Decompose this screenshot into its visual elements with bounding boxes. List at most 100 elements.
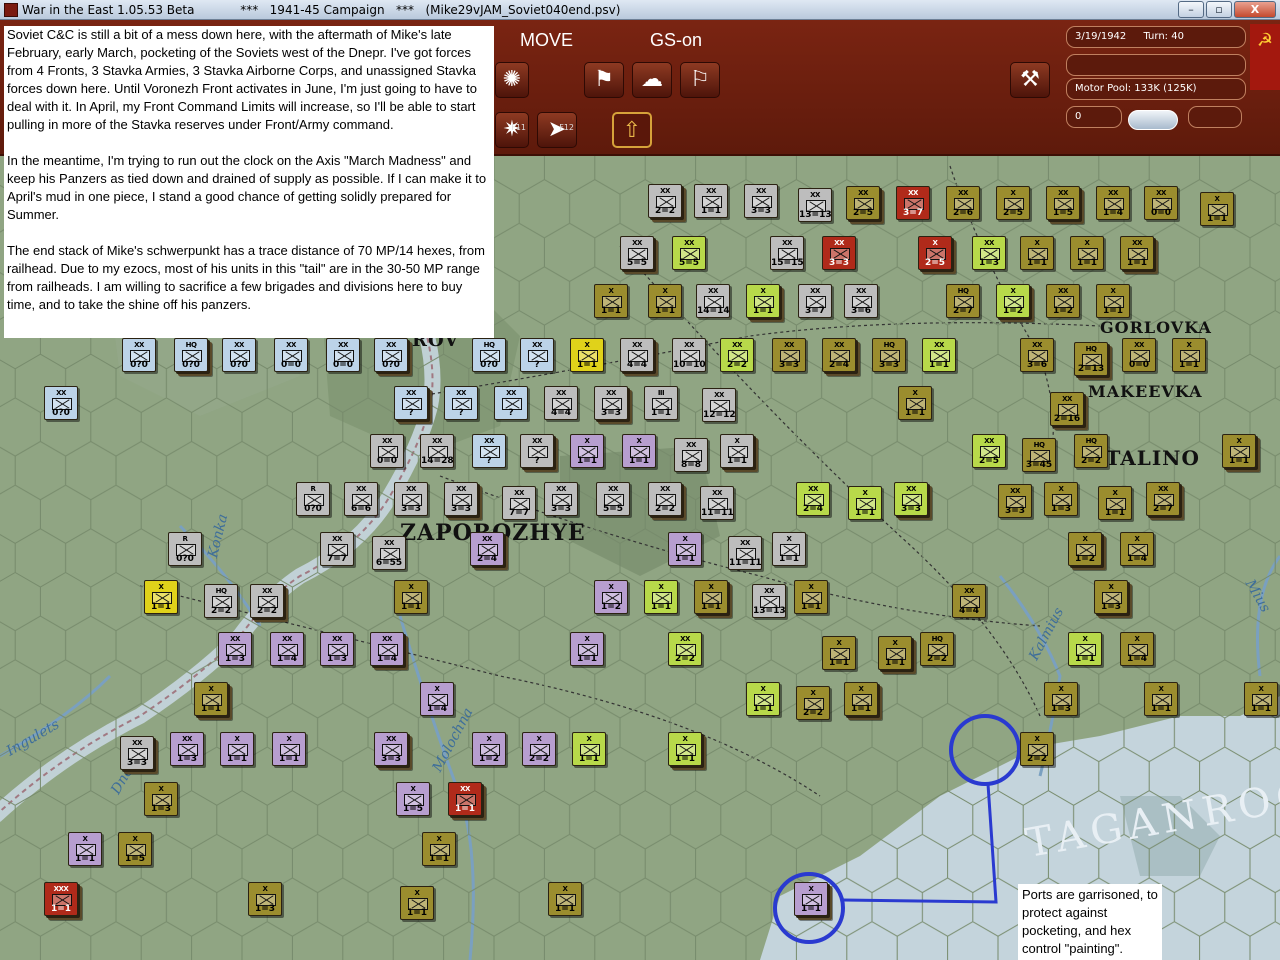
unit-counter[interactable]: XX 3=3	[394, 482, 428, 516]
unit-counter[interactable]: X 1=1	[746, 284, 780, 318]
unit-counter[interactable]: X 1=1	[394, 580, 428, 614]
unit-counter[interactable]: X 1=4	[420, 682, 454, 716]
unit-counter[interactable]: X 1=1	[1244, 682, 1278, 716]
unit-counter[interactable]: X 1=1	[1222, 434, 1256, 468]
unit-counter[interactable]: X 1=1	[194, 682, 228, 716]
unit-counter[interactable]: X 1=5	[396, 782, 430, 816]
unit-counter[interactable]: XX 2=4	[470, 532, 504, 566]
unit-counter[interactable]: XX 5=5	[672, 236, 706, 270]
gs-toggle-label[interactable]: GS-on	[650, 30, 702, 51]
unit-counter[interactable]: XX 13=13	[752, 584, 786, 618]
unit-counter[interactable]: XX 0=0	[274, 338, 308, 372]
unit-counter[interactable]: XX 2=5	[972, 434, 1006, 468]
unit-counter[interactable]: X 1=1	[594, 284, 628, 318]
unit-counter[interactable]: X 1=1	[694, 580, 728, 614]
unit-counter[interactable]: X 1=1	[570, 434, 604, 468]
unit-counter[interactable]: XX 0=0	[370, 434, 404, 468]
unit-counter[interactable]: X 1=1	[668, 532, 702, 566]
unit-counter[interactable]: X 1=1	[220, 732, 254, 766]
unit-counter[interactable]: XX 3=7	[798, 284, 832, 318]
unit-counter[interactable]: HQ 0?0	[174, 338, 208, 372]
unit-counter[interactable]: X 1=1	[622, 434, 656, 468]
unit-counter[interactable]: XX 2=2	[648, 482, 682, 516]
unit-counter[interactable]: XX?	[520, 338, 554, 372]
unit-counter[interactable]: X 2=2	[522, 732, 556, 766]
unit-counter[interactable]: XX?	[472, 434, 506, 468]
unit-counter[interactable]: X 1=1	[572, 732, 606, 766]
flag-icon[interactable]: ⚐	[680, 62, 720, 98]
unit-counter[interactable]: X 1=1	[648, 284, 682, 318]
maximize-button[interactable]: ▫	[1206, 1, 1232, 18]
unit-counter[interactable]: R 0?0	[296, 482, 330, 516]
unit-counter[interactable]: XX 2=6	[946, 186, 980, 220]
unit-counter[interactable]: XX 1=4	[1096, 186, 1130, 220]
unit-counter[interactable]: X 1=1	[570, 632, 604, 666]
unit-counter[interactable]: X 1=1	[746, 682, 780, 716]
unit-counter[interactable]: X 1=3	[1044, 482, 1078, 516]
unit-counter[interactable]: XX 2=2	[720, 338, 754, 372]
unit-counter[interactable]: XX 7=7	[502, 486, 536, 520]
unit-counter[interactable]: HQ 3=45	[1022, 438, 1056, 472]
unit-counter[interactable]: X 1=3	[1094, 580, 1128, 614]
unit-counter[interactable]: XX 15=15	[770, 236, 804, 270]
unit-counter[interactable]: XX 0?0	[374, 338, 408, 372]
close-button[interactable]: X	[1234, 1, 1276, 18]
unit-counter[interactable]: X 1=1	[668, 732, 702, 766]
unit-counter[interactable]: X 1=1	[1144, 682, 1178, 716]
unit-counter[interactable]: XX 8=8	[674, 438, 708, 472]
unit-counter[interactable]: XX 3=3	[594, 386, 628, 420]
unit-counter[interactable]: X 1=1	[848, 486, 882, 520]
unit-counter[interactable]: XX 6=55	[372, 536, 406, 570]
unit-counter[interactable]: XXX 1=1	[44, 882, 78, 916]
soviet-flag-icon[interactable]: ☭	[1250, 24, 1280, 90]
unit-counter[interactable]: XX 3=3	[544, 482, 578, 516]
unit-counter[interactable]: XX 1=1	[448, 782, 482, 816]
mode-label[interactable]: MOVE	[520, 30, 573, 51]
unit-counter[interactable]: XX 3=3	[998, 484, 1032, 518]
unit-counter[interactable]: XX 2=2	[250, 584, 284, 618]
unit-counter[interactable]: HQ 2=2	[204, 584, 238, 618]
unit-counter[interactable]: XX 1=3	[972, 236, 1006, 270]
airstrike-icon[interactable]: ✷ F11	[495, 112, 529, 148]
unit-counter[interactable]: XX 5=5	[596, 482, 630, 516]
unit-counter[interactable]: X 1=1	[898, 386, 932, 420]
unit-counter[interactable]: XX 4=4	[620, 338, 654, 372]
unit-counter[interactable]: X 1=3	[248, 882, 282, 916]
unit-counter[interactable]: XX 2=4	[796, 482, 830, 516]
unit-counter[interactable]: XX 1=1	[694, 184, 728, 218]
unit-counter[interactable]: X 1=1	[400, 886, 434, 920]
unit-counter[interactable]: X 1=4	[1120, 532, 1154, 566]
unit-counter[interactable]: XX 3=3	[374, 732, 408, 766]
unit-counter[interactable]: X 1=5	[118, 832, 152, 866]
unit-counter[interactable]: HQ 0?0	[472, 338, 506, 372]
unit-counter[interactable]: X 2=2	[1020, 732, 1054, 766]
unit-counter[interactable]: XX 3=3	[444, 482, 478, 516]
unit-counter[interactable]: XX 0=0	[1144, 186, 1178, 220]
unit-counter[interactable]: XX 10=10	[672, 338, 706, 372]
unit-counter[interactable]: XX 6=6	[344, 482, 378, 516]
unit-counter[interactable]: XX 14=14	[696, 284, 730, 318]
unit-counter[interactable]: XX 0=0	[326, 338, 360, 372]
unit-counter[interactable]: R 0?0	[168, 532, 202, 566]
unit-counter[interactable]: XX 3=3	[120, 736, 154, 770]
unit-counter[interactable]: X 1=1	[644, 580, 678, 614]
unit-counter[interactable]: XX 1=4	[370, 632, 404, 666]
unit-counter[interactable]: X 1=1	[1172, 338, 1206, 372]
weather-icon[interactable]: ☁	[632, 62, 672, 98]
unit-counter[interactable]: XX 3=6	[1020, 338, 1054, 372]
unit-counter[interactable]: XX 3=3	[772, 338, 806, 372]
unit-counter[interactable]: X 1=1	[68, 832, 102, 866]
unit-counter[interactable]: HQ 2=2	[1074, 434, 1108, 468]
unit-counter[interactable]: XX 14=28	[420, 434, 454, 468]
unit-counter[interactable]: XX 0?0	[122, 338, 156, 372]
combat-icon[interactable]: ✺	[495, 62, 529, 98]
unit-counter[interactable]: XX 1=3	[218, 632, 252, 666]
unit-counter[interactable]: XX 3=3	[822, 236, 856, 270]
unit-counter[interactable]: X 1=1	[272, 732, 306, 766]
unit-counter[interactable]: XX 2=2	[668, 632, 702, 666]
unit-counter[interactable]: XX 0?0	[222, 338, 256, 372]
unit-counter[interactable]: X 1=2	[594, 580, 628, 614]
unit-counter[interactable]: XX 2=16	[1050, 392, 1084, 426]
unit-counter[interactable]: X 1=1	[1096, 284, 1130, 318]
unit-counter[interactable]: XX 4=4	[544, 386, 578, 420]
